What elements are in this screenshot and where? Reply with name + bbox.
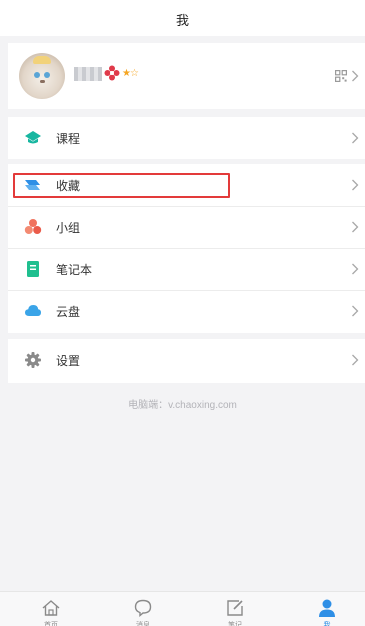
bottom-tab-bar: 首页 消息 笔记 我: [0, 591, 365, 626]
menu-label-courses: 课程: [56, 132, 81, 146]
menu-item-groups[interactable]: 小组: [8, 206, 365, 248]
chevron-right-icon: [352, 263, 359, 275]
tab-notes-label: 笔记: [228, 622, 242, 626]
home-icon: [42, 600, 60, 616]
avatar-eye-left: [34, 72, 40, 78]
avatar-decoration: [33, 56, 51, 64]
menu-item-notebook[interactable]: 笔记本: [8, 248, 365, 290]
notebook-icon: [27, 261, 39, 277]
tab-home-label: 首页: [44, 622, 58, 626]
tab-notes[interactable]: 笔记: [189, 592, 281, 626]
tab-messages[interactable]: 消息: [97, 592, 189, 626]
settings-section: 设置: [8, 339, 365, 383]
cloud-icon: [25, 305, 41, 316]
groups-icon: [24, 219, 42, 234]
chevron-right-icon: [352, 221, 359, 233]
tab-me-label: 我: [323, 622, 331, 626]
tab-me[interactable]: 我: [281, 592, 365, 626]
username-redacted: [74, 67, 102, 81]
menu-label-groups: 小组: [56, 221, 81, 235]
tab-home[interactable]: 首页: [5, 592, 97, 626]
me-page: 我 ★☆ 课程 收藏 小组 笔记本 云盘 设置 电脑端：v.chaoxing.c…: [0, 0, 365, 626]
favorites-folder-icon: [25, 180, 40, 190]
badge-flower-icon: [104, 65, 120, 81]
qr-code-icon[interactable]: [335, 70, 347, 82]
note-icon: [227, 600, 243, 616]
profile-card[interactable]: ★☆: [8, 43, 365, 109]
chat-icon: [134, 599, 152, 617]
courses-section: 课程: [8, 117, 365, 159]
chevron-right-icon: [352, 305, 359, 317]
person-icon: [319, 599, 335, 617]
pc-site-hint: 电脑端：v.chaoxing.com: [128, 400, 237, 411]
avatar-nose: [40, 80, 45, 83]
menu-label-notebook: 笔记本: [56, 263, 93, 277]
avatar[interactable]: [19, 53, 65, 99]
tab-messages-label: 消息: [136, 622, 150, 626]
menu-item-courses[interactable]: 课程: [8, 117, 365, 159]
graduation-cap-icon: [25, 131, 41, 144]
page-title: 我: [175, 13, 189, 28]
tools-section: 收藏 小组 笔记本 云盘: [8, 164, 365, 333]
menu-item-favorites[interactable]: 收藏: [8, 164, 365, 206]
level-stars: ★☆: [122, 68, 139, 79]
menu-label-favorites: 收藏: [56, 179, 81, 193]
menu-label-cloud: 云盘: [56, 305, 81, 319]
gear-icon: [25, 352, 41, 368]
menu-label-settings: 设置: [56, 354, 81, 368]
menu-item-settings[interactable]: 设置: [8, 339, 365, 383]
chevron-right-icon: [352, 179, 359, 191]
chevron-right-icon: [352, 132, 359, 144]
top-bar: 我: [0, 0, 365, 36]
chevron-right-icon: [352, 70, 359, 82]
avatar-eye-right: [44, 72, 50, 78]
menu-item-cloud[interactable]: 云盘: [8, 290, 365, 332]
chevron-right-icon: [352, 354, 359, 366]
